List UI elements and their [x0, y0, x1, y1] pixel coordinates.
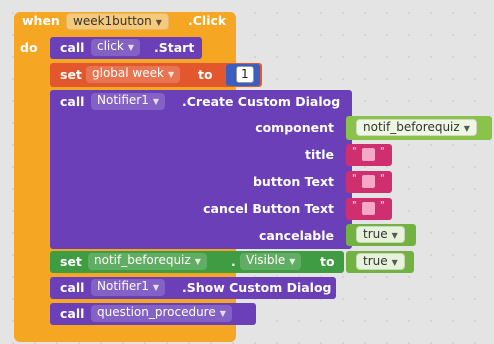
component-name: notif_beforequiz	[363, 120, 460, 134]
logic-dropdown-true[interactable]: true ▼	[356, 226, 405, 243]
arg-label-button-text: button Text	[252, 174, 334, 189]
call-keyword: call	[60, 94, 85, 109]
property-dropdown-visible[interactable]: Visible ▼	[240, 253, 302, 270]
text-input-field[interactable]	[362, 175, 375, 188]
method-name: .Create Custom Dialog	[182, 94, 341, 109]
dropdown-arrow-icon: ▼	[152, 97, 160, 106]
component-dropdown-notifier1[interactable]: Notifier1 ▼	[91, 279, 166, 296]
logic-value: true	[363, 254, 388, 268]
to-keyword: to	[198, 67, 213, 82]
dropdown-arrow-icon: ▼	[463, 124, 470, 133]
method-name: .Start	[154, 40, 195, 55]
number-value-field[interactable]: 1	[236, 66, 254, 83]
component-dropdown-click[interactable]: click ▼	[91, 39, 140, 56]
dropdown-arrow-icon: ▼	[167, 70, 175, 79]
method-name: .Show Custom Dialog	[182, 280, 332, 295]
component-name: Notifier1	[97, 93, 149, 107]
dot-separator: .	[231, 254, 236, 269]
dropdown-arrow-icon: ▼	[289, 257, 296, 266]
component-name: Notifier1	[97, 279, 149, 293]
component-name: notif_beforequiz	[94, 253, 191, 267]
arg-label-cancel-button-text: cancel Button Text	[203, 201, 334, 216]
to-keyword: to	[320, 254, 335, 269]
when-keyword: when	[22, 13, 60, 28]
variable-dropdown-global-week[interactable]: global week ▼	[86, 66, 181, 83]
procedure-name: question_procedure	[97, 305, 216, 319]
arg-label-cancelable: cancelable	[258, 228, 334, 243]
dropdown-arrow-icon: ▼	[219, 309, 226, 318]
dropdown-arrow-icon: ▼	[391, 258, 398, 267]
call-keyword: call	[60, 40, 85, 55]
logic-dropdown-true[interactable]: true ▼	[356, 253, 405, 270]
procedure-dropdown-question-procedure[interactable]: question_procedure ▼	[91, 305, 232, 322]
logic-value: true	[363, 227, 388, 241]
dropdown-arrow-icon: ▼	[194, 257, 201, 266]
arg-label-title: title	[305, 147, 334, 162]
event-name: .Click	[188, 13, 227, 28]
set-keyword: set	[60, 254, 82, 269]
component-dropdown-notif-beforequiz[interactable]: notif_beforequiz ▼	[88, 253, 207, 270]
component-dropdown-week1button[interactable]: week1button ▼	[66, 13, 169, 30]
variable-name: global week	[92, 66, 164, 80]
component-dropdown-notifier1[interactable]: Notifier1 ▼	[91, 93, 166, 110]
dropdown-arrow-icon: ▼	[391, 231, 398, 240]
text-block-button-text[interactable]: " "	[346, 171, 392, 193]
text-input-field[interactable]	[362, 148, 375, 161]
text-input-field[interactable]	[362, 202, 375, 215]
component-name: week1button	[73, 14, 152, 28]
component-dropdown-notif-beforequiz[interactable]: notif_beforequiz ▼	[356, 119, 477, 136]
call-keyword: call	[60, 280, 85, 295]
dropdown-arrow-icon: ▼	[127, 43, 134, 52]
text-block-cancel-button-text[interactable]: " "	[346, 198, 392, 220]
component-name: click	[97, 39, 124, 53]
call-keyword: call	[60, 306, 85, 321]
arg-label-component: component	[255, 120, 334, 135]
dropdown-arrow-icon: ▼	[152, 283, 160, 292]
set-keyword: set	[60, 67, 82, 82]
text-block-title[interactable]: " "	[346, 144, 392, 166]
dropdown-arrow-icon: ▼	[155, 18, 162, 27]
create-custom-dialog-block[interactable]	[50, 90, 352, 249]
do-keyword: do	[20, 40, 38, 55]
property-name: Visible	[246, 253, 286, 267]
